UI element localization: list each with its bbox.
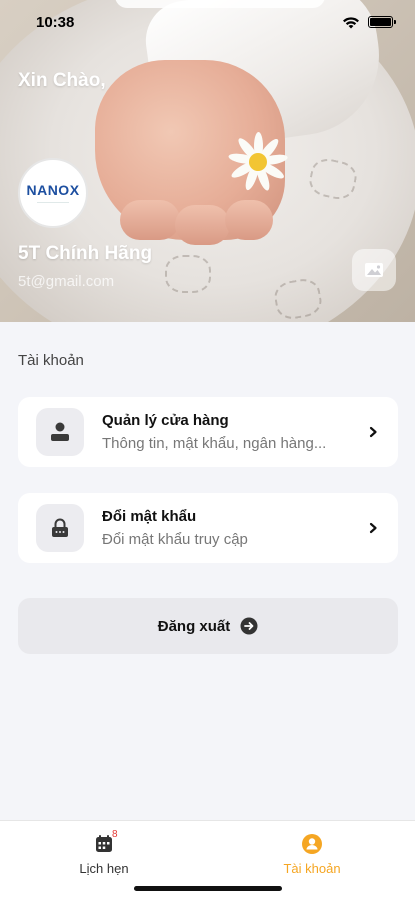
chevron-right-icon: [369, 522, 377, 534]
user-icon: [51, 422, 69, 441]
section-title: Tài khoản: [18, 352, 84, 369]
user-icon-box: [36, 408, 84, 456]
cover-finger: [225, 200, 273, 240]
change-password-item[interactable]: Đổi mật khẩu Đổi mật khẩu truy cập: [18, 493, 398, 563]
cover-finger: [120, 200, 180, 240]
image-icon: [365, 263, 383, 277]
status-icons: [342, 16, 396, 29]
store-email: 5t@gmail.com: [18, 273, 115, 290]
manage-store-subtitle: Thông tin, mật khẩu, ngân hàng...: [102, 435, 327, 452]
appointments-badge: 8: [112, 829, 118, 840]
account-icon: [302, 834, 322, 854]
logout-label: Đăng xuất: [157, 617, 231, 635]
logout-icon: [240, 617, 258, 635]
home-indicator: [134, 886, 282, 891]
status-bar: 10:38: [0, 0, 415, 44]
cover-finger: [175, 205, 230, 245]
tab-label: Lịch hẹn: [79, 861, 129, 876]
greeting-text: Xin Chào,: [18, 70, 106, 91]
chevron-right-icon: [369, 426, 377, 438]
status-time: 10:38: [36, 13, 75, 31]
daisy-flower: [227, 132, 289, 192]
lock-icon: [52, 518, 68, 537]
lock-icon-box: [36, 504, 84, 552]
cover-pattern: [165, 255, 211, 293]
manage-store-title: Quản lý cửa hàng: [102, 412, 229, 429]
logo-underline: ————————: [37, 199, 69, 204]
logo-text: NANOX: [26, 182, 80, 198]
store-logo-avatar[interactable]: NANOX ————————: [18, 158, 88, 228]
tab-label: Tài khoản: [283, 861, 341, 876]
store-name: 5T Chính Hãng: [18, 243, 153, 264]
logout-button[interactable]: Đăng xuất: [18, 598, 398, 654]
manage-store-item[interactable]: Quản lý cửa hàng Thông tin, mật khẩu, ng…: [18, 397, 398, 467]
change-cover-button[interactable]: [352, 249, 396, 291]
wifi-icon: [343, 16, 359, 28]
tab-account[interactable]: Tài khoản: [242, 833, 382, 876]
tab-appointments[interactable]: 8 Lịch hẹn: [34, 829, 174, 876]
change-password-title: Đổi mật khẩu: [102, 508, 197, 525]
change-password-subtitle: Đổi mật khẩu truy cập: [102, 531, 248, 548]
battery-icon: [368, 16, 396, 28]
